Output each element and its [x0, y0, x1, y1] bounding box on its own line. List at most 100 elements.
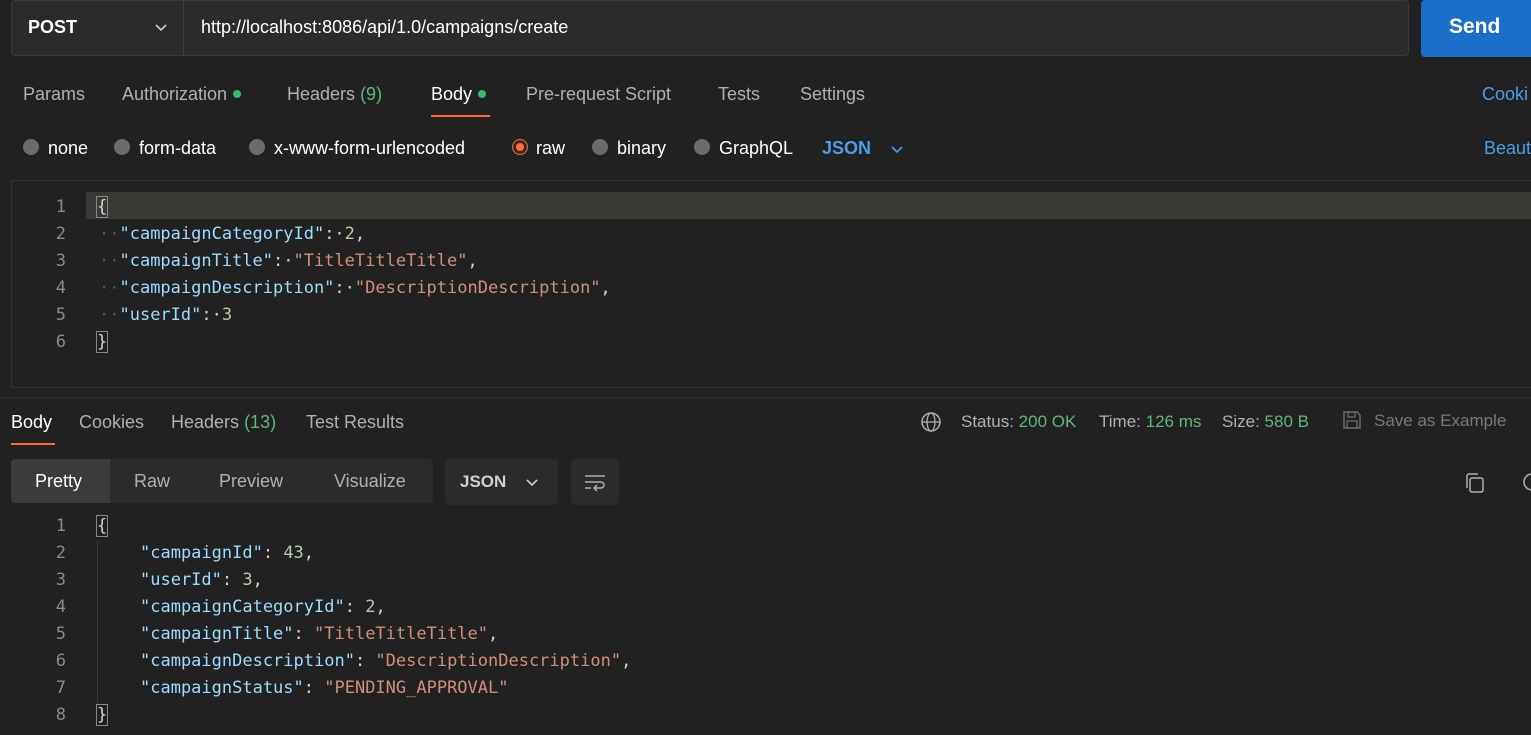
response-headers-count: (13): [244, 412, 277, 432]
time-value: 126 ms: [1145, 412, 1202, 431]
code-line: ··"campaignDescription":·"DescriptionDes…: [99, 278, 611, 298]
tab-body-label: Body: [431, 84, 473, 104]
view-raw[interactable]: Raw: [134, 471, 170, 492]
line-number: 1: [55, 516, 66, 536]
response-tab-headers-label: Headers: [171, 412, 240, 432]
send-button[interactable]: Send: [1421, 0, 1531, 57]
indent-guide: ··: [99, 224, 120, 244]
chevron-down-icon: [526, 479, 538, 487]
section-divider: [0, 397, 1531, 398]
send-label: Send: [1449, 15, 1501, 38]
radio-urlencoded[interactable]: [249, 139, 265, 155]
format-select[interactable]: JSON: [822, 138, 871, 159]
line-number: 5: [55, 305, 66, 325]
response-format-select[interactable]: JSON: [445, 459, 558, 505]
code-line: ··"campaignTitle":·"TitleTitleTitle",: [99, 251, 478, 271]
code-line: ··"campaignCategoryId":·2,: [99, 224, 365, 244]
size[interactable]: Size: 580 B: [1222, 412, 1309, 432]
colon: :: [344, 597, 366, 617]
line-number: 2: [55, 224, 66, 244]
line-number: 2: [55, 543, 66, 563]
size-label: Size:: [1222, 412, 1260, 431]
brace-close: }: [95, 331, 109, 353]
json-value: 3: [221, 305, 233, 325]
tab-body[interactable]: Body: [431, 84, 487, 105]
cookies-link[interactable]: Cooki: [1482, 84, 1528, 105]
radio-graphql[interactable]: [694, 139, 710, 155]
line-number: 4: [55, 597, 66, 617]
code-line: "campaignTitle": "TitleTitleTitle",: [140, 624, 498, 644]
json-key: "userId": [119, 305, 202, 325]
url-input[interactable]: http://localhost:8086/api/1.0/campaigns/…: [183, 0, 1409, 56]
view-preview[interactable]: Preview: [219, 471, 283, 492]
line-number: 6: [55, 332, 66, 352]
tab-settings[interactable]: Settings: [800, 84, 865, 105]
radio-form-data[interactable]: [114, 139, 130, 155]
json-value: 3: [242, 570, 253, 590]
comma: ,: [488, 624, 499, 644]
line-number: 1: [55, 197, 66, 217]
copy-icon[interactable]: [1463, 471, 1487, 495]
comma: ,: [600, 278, 611, 298]
view-pretty[interactable]: Pretty: [35, 471, 82, 492]
globe-icon[interactable]: [920, 411, 942, 433]
radio-raw[interactable]: [512, 139, 528, 155]
radio-none-label: none: [48, 138, 89, 158]
beautify-link[interactable]: Beaut: [1484, 138, 1531, 159]
size-value: 580 B: [1264, 412, 1309, 431]
radio-form-data-label: form-data: [139, 138, 217, 158]
code-line: "campaignDescription": "DescriptionDescr…: [140, 651, 631, 671]
chevron-down-icon: [155, 24, 167, 32]
method-label: POST: [28, 17, 78, 37]
code-line: "campaignStatus": "PENDING_APPROVAL": [140, 678, 508, 698]
tab-authorization[interactable]: Authorization: [122, 84, 242, 105]
radio-binary[interactable]: [592, 139, 608, 155]
tab-prerequest[interactable]: Pre-request Script: [526, 84, 671, 105]
code-line: ··"userId":·3: [99, 305, 232, 325]
view-visualize[interactable]: Visualize: [334, 471, 406, 492]
current-line-highlight: [86, 192, 1531, 219]
wrap-lines-icon: [585, 475, 605, 492]
radio-urlencoded-label: x-www-form-urlencoded: [274, 138, 466, 158]
chevron-down-icon[interactable]: [889, 141, 905, 157]
save-as-example-button[interactable]: Save as Example: [1374, 411, 1506, 431]
colon: :: [262, 543, 284, 563]
tab-headers-label: Headers: [287, 84, 356, 104]
status[interactable]: Status: 200 OK: [961, 412, 1076, 432]
status-dot: [478, 90, 487, 98]
response-tab-test-results[interactable]: Test Results: [306, 412, 404, 433]
json-value: 43: [283, 543, 304, 563]
json-value: "TitleTitleTitle": [314, 624, 489, 644]
json-value: 2: [365, 597, 376, 617]
response-tab-headers[interactable]: Headers (13): [171, 412, 276, 433]
response-format-label: JSON: [460, 472, 507, 491]
time[interactable]: Time: 126 ms: [1099, 412, 1201, 432]
colon: :: [221, 570, 243, 590]
response-tab-body[interactable]: Body: [11, 412, 52, 433]
radio-none[interactable]: [23, 139, 39, 155]
json-key: "campaignCategoryId": [140, 597, 345, 617]
comma: ,: [354, 224, 366, 244]
search-icon[interactable]: [1521, 471, 1531, 495]
json-value: 2: [344, 224, 355, 244]
headers-count: (9): [360, 84, 383, 104]
indent-guide: ··: [99, 278, 120, 298]
line-number: 3: [55, 251, 66, 271]
status-value: 200 OK: [1018, 412, 1077, 431]
response-tab-cookies[interactable]: Cookies: [79, 412, 144, 433]
json-key: "campaignStatus": [140, 678, 304, 698]
method-select[interactable]: POST: [11, 0, 183, 56]
brace-close: }: [95, 704, 109, 726]
colon: :·: [334, 278, 355, 298]
line-number: 5: [55, 624, 66, 644]
line-number: 7: [55, 678, 66, 698]
active-tab-underline: [431, 115, 490, 117]
wrap-lines-button[interactable]: [571, 459, 619, 505]
line-number: 8: [55, 705, 66, 725]
tab-tests[interactable]: Tests: [718, 84, 760, 105]
tab-params[interactable]: Params: [23, 84, 85, 105]
colon: :: [354, 651, 376, 671]
comma: ,: [252, 570, 263, 590]
json-key: "campaignCategoryId": [119, 224, 325, 244]
tab-headers[interactable]: Headers (9): [287, 84, 382, 105]
